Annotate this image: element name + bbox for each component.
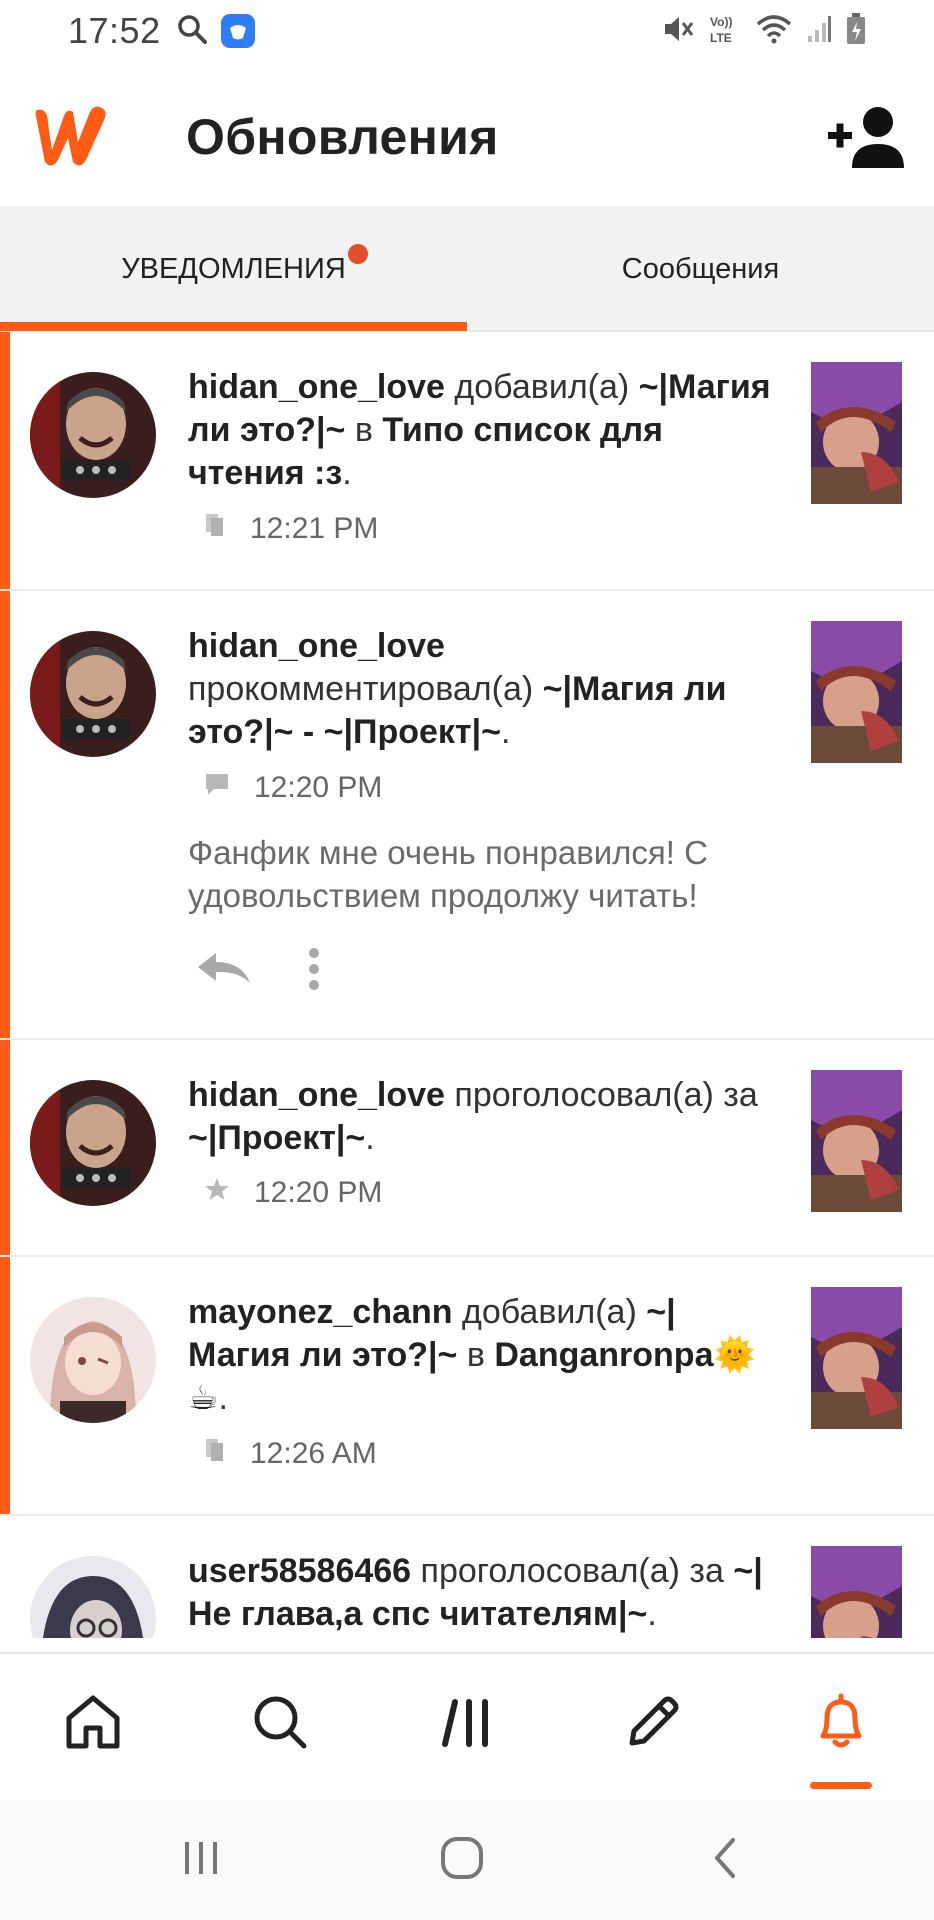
tab-bar: УВЕДОМЛЕНИЯ Сообщения <box>0 206 934 332</box>
username[interactable]: hidan_one_love <box>188 1076 445 1114</box>
wifi-icon <box>756 14 792 49</box>
add-person-icon[interactable] <box>826 102 904 172</box>
notification-time: 12:26 AM <box>250 1437 377 1470</box>
tab-notifications-label: УВЕДОМЛЕНИЯ <box>121 252 346 285</box>
notification-text: mayonez_chann добавил(а) ~|Магия ли это?… <box>188 1293 756 1417</box>
system-nav <box>0 1800 934 1920</box>
back-button[interactable] <box>684 1830 764 1890</box>
avatar[interactable] <box>30 1556 156 1638</box>
more-options-icon[interactable] <box>306 947 322 996</box>
bottom-nav <box>0 1652 934 1800</box>
notification-item[interactable]: hidan_one_love добавил(а) ~|Магия ли это… <box>0 332 934 591</box>
comment-icon <box>204 771 230 805</box>
nav-search[interactable] <box>230 1674 330 1774</box>
notification-text: hidan_one_love добавил(а) ~|Магия ли это… <box>188 368 771 492</box>
library-icon <box>439 1694 495 1755</box>
svg-text:Vo)): Vo)) <box>710 15 732 29</box>
notification-text: user58586466 проголосовал(а) за ~|Не гла… <box>188 1552 763 1633</box>
active-nav-indicator <box>810 1782 872 1789</box>
bell-icon <box>811 1692 871 1757</box>
notification-meta: 12:20 PM <box>204 771 382 805</box>
username[interactable]: mayonez_chann <box>188 1293 453 1331</box>
story-cover[interactable] <box>811 1287 902 1429</box>
pencil-icon <box>624 1693 682 1756</box>
avatar[interactable] <box>30 1297 156 1423</box>
volte-icon: Vo)) LTE <box>708 13 742 50</box>
tab-messages[interactable]: Сообщения <box>467 206 934 332</box>
notification-text: hidan_one_love прокомментировал(а) ~|Маг… <box>188 627 727 751</box>
svg-text:LTE: LTE <box>710 31 732 45</box>
notification-text: hidan_one_love проголосовал(а) за ~|Прое… <box>188 1076 758 1157</box>
avatar[interactable] <box>30 1080 156 1206</box>
nav-notifications[interactable] <box>791 1674 891 1774</box>
library-icon <box>204 512 226 546</box>
search-icon <box>177 14 207 49</box>
notification-time: 12:20 PM <box>254 771 383 804</box>
notification-item[interactable]: hidan_one_love проголосовал(а) за ~|Прое… <box>0 1040 934 1257</box>
notification-meta: 12:21 PM <box>204 512 378 546</box>
status-bar: 17:52 Vo)) LTE <box>0 0 934 62</box>
battery-icon <box>846 12 866 50</box>
page-title: Обновления <box>186 109 499 165</box>
username[interactable]: hidan_one_love <box>188 368 445 406</box>
notification-feed[interactable]: hidan_one_love добавил(а) ~|Магия ли это… <box>0 332 934 1638</box>
app-header: Обновления <box>0 72 934 206</box>
recents-button[interactable] <box>161 1830 241 1890</box>
app-badge-icon <box>220 14 255 48</box>
username[interactable]: user58586466 <box>188 1552 411 1590</box>
nav-library[interactable] <box>417 1674 517 1774</box>
home-icon <box>64 1694 122 1755</box>
tab-messages-label: Сообщения <box>621 252 780 285</box>
wattpad-logo[interactable] <box>30 102 114 170</box>
comment-actions <box>194 947 322 996</box>
status-time: 17:52 <box>68 10 161 51</box>
system-home-button[interactable] <box>422 1830 502 1890</box>
notification-item[interactable]: mayonez_chann добавил(а) ~|Магия ли это?… <box>0 1257 934 1516</box>
story-title[interactable]: ~|Проект|~ <box>188 1119 365 1157</box>
signal-icon <box>806 14 832 49</box>
username[interactable]: hidan_one_love <box>188 627 445 665</box>
notification-time: 12:21 PM <box>250 512 379 545</box>
unread-dot <box>348 244 368 264</box>
avatar[interactable] <box>30 631 156 757</box>
mute-icon <box>662 14 694 49</box>
active-tab-indicator <box>0 322 467 331</box>
notification-item[interactable]: user58586466 проголосовал(а) за ~|Не гла… <box>0 1516 934 1638</box>
story-cover[interactable] <box>811 621 902 763</box>
notification-meta: 12:20 PM <box>204 1176 382 1210</box>
star-icon <box>204 1176 230 1210</box>
recents-icon <box>181 1838 221 1883</box>
reply-icon[interactable] <box>194 949 254 994</box>
avatar[interactable] <box>30 372 156 498</box>
nav-home[interactable] <box>43 1674 143 1774</box>
nav-write[interactable] <box>603 1674 703 1774</box>
back-icon <box>709 1836 739 1885</box>
library-icon <box>204 1437 226 1471</box>
story-cover[interactable] <box>811 362 902 504</box>
story-cover[interactable] <box>811 1070 902 1212</box>
notification-time: 12:20 PM <box>254 1176 383 1209</box>
tab-notifications[interactable]: УВЕДОМЛЕНИЯ <box>0 206 467 332</box>
notification-meta: 12:26 AM <box>204 1437 377 1471</box>
search-icon <box>252 1694 308 1755</box>
comment-text: Фанфик мне очень понравился! С удовольст… <box>188 834 708 914</box>
home-circle-icon <box>439 1835 485 1886</box>
story-cover[interactable] <box>811 1546 902 1638</box>
notification-item[interactable]: hidan_one_love прокомментировал(а) ~|Маг… <box>0 591 934 1040</box>
